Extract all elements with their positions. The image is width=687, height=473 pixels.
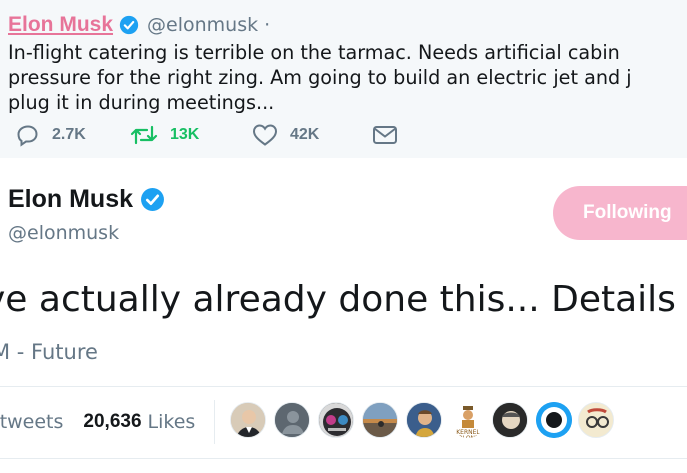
reply-count: 2.7K bbox=[52, 126, 86, 143]
main-author-handle[interactable]: @elonmusk bbox=[8, 222, 119, 244]
stats-divider-top bbox=[0, 386, 687, 387]
heart-icon bbox=[252, 124, 278, 146]
avatar[interactable] bbox=[318, 402, 354, 438]
retweet-icon bbox=[130, 125, 158, 145]
likes-label[interactable]: Likes bbox=[148, 411, 196, 433]
quoted-author-name[interactable]: Elon Musk bbox=[8, 13, 113, 37]
avatar[interactable] bbox=[536, 402, 572, 438]
avatar[interactable] bbox=[406, 402, 442, 438]
quoted-tweet[interactable]: Elon Musk @elonmusk · In-flight catering… bbox=[0, 0, 687, 158]
quoted-tweet-actions: 2.7K 13K 42K bbox=[12, 120, 687, 150]
avatar[interactable] bbox=[578, 402, 614, 438]
verified-badge-icon bbox=[141, 187, 164, 211]
reply-icon bbox=[17, 125, 38, 147]
envelope-icon bbox=[373, 126, 397, 144]
quoted-tweet-header: Elon Musk @elonmusk · bbox=[8, 10, 270, 40]
reply-button[interactable]: 2.7K bbox=[16, 120, 86, 150]
verified-badge-icon bbox=[119, 15, 139, 35]
main-author-name[interactable]: Elon Musk bbox=[8, 185, 133, 214]
quoted-tweet-line-2: pressure for the right zing. Am going to… bbox=[8, 66, 632, 89]
quoted-tweet-text: In-flight catering is terrible on the ta… bbox=[8, 40, 687, 115]
svg-text:COLONEL: COLONEL bbox=[454, 435, 483, 438]
tweet-stats: etweets 20,636 Likes bbox=[0, 400, 195, 444]
quoted-author-handle[interactable]: @elonmusk bbox=[147, 14, 258, 36]
quoted-tweet-line-3: plug it in during meetings... bbox=[8, 91, 275, 114]
header-separator: · bbox=[264, 14, 271, 36]
like-button[interactable]: 42K bbox=[252, 120, 319, 150]
avatar[interactable]: KERNEL COLONEL bbox=[450, 402, 486, 438]
tweet-timestamp[interactable]: M - Future bbox=[0, 340, 98, 364]
retweet-button[interactable]: 13K bbox=[130, 120, 199, 150]
direct-message-button[interactable] bbox=[372, 120, 398, 150]
stats-separator bbox=[214, 400, 215, 444]
avatar[interactable] bbox=[492, 402, 528, 438]
avatar[interactable] bbox=[230, 402, 266, 438]
avatar[interactable] bbox=[274, 402, 310, 438]
main-tweet-author[interactable]: Elon Musk bbox=[8, 182, 165, 216]
likes-count[interactable]: 20,636 bbox=[83, 411, 141, 433]
main-tweet-text: ve actually already done this... Details… bbox=[0, 279, 687, 320]
like-count: 42K bbox=[290, 126, 320, 143]
following-button[interactable]: Following bbox=[553, 186, 687, 240]
stats-divider-bottom bbox=[0, 458, 687, 459]
retweets-label[interactable]: etweets bbox=[0, 411, 63, 433]
quoted-tweet-line-1: In-flight catering is terrible on the ta… bbox=[8, 41, 620, 64]
avatar[interactable] bbox=[362, 402, 398, 438]
retweet-count: 13K bbox=[170, 126, 200, 143]
